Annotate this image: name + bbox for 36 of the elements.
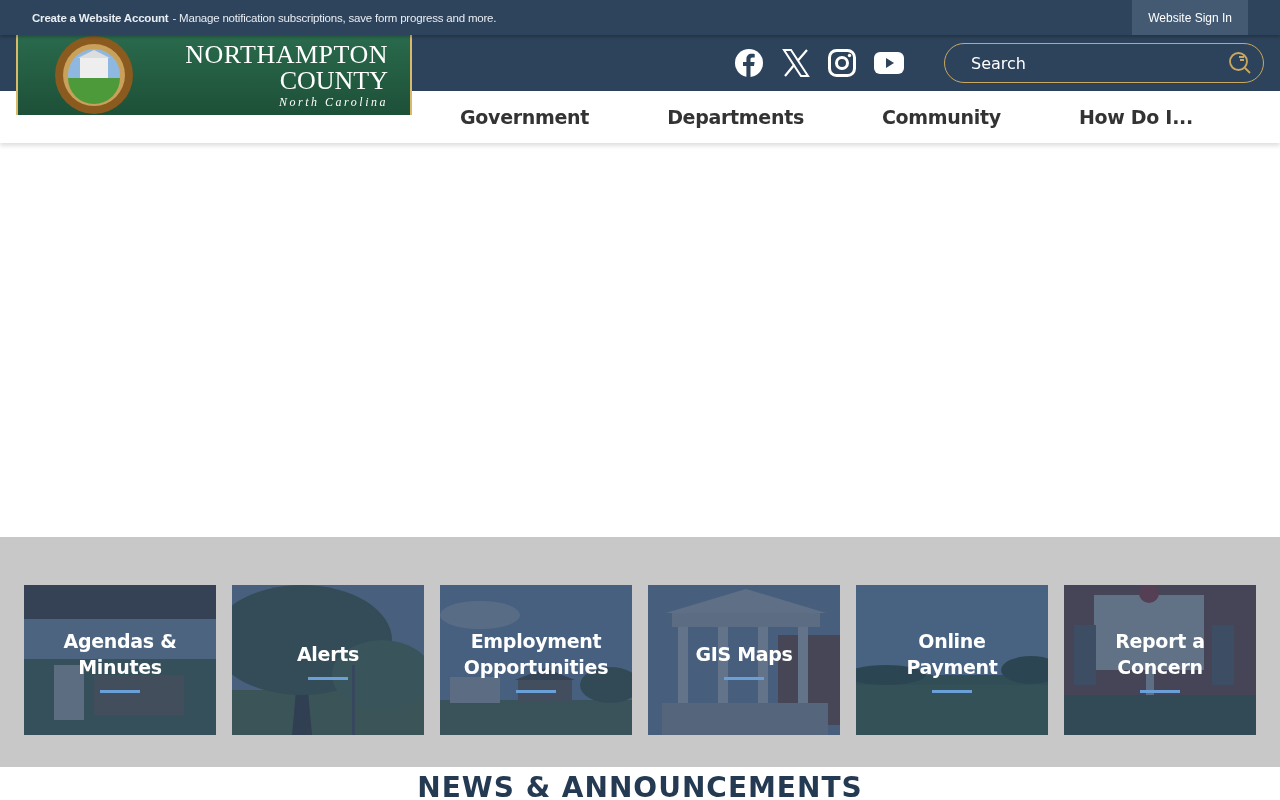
county-logo-banner[interactable]: NORTHAMPTON COUNTY North Carolina: [16, 35, 412, 115]
logo-subtitle: COUNTY: [279, 68, 388, 94]
quick-link-tile[interactable]: Report a Concern: [1064, 585, 1256, 735]
x-logo-icon[interactable]: [782, 49, 810, 77]
accent-bar: [724, 676, 764, 680]
accent-bar: [516, 689, 556, 693]
create-account-link[interactable]: Create a Website Account: [32, 11, 169, 24]
tile-label: Alerts: [296, 641, 360, 667]
logo-title: NORTHAMPTON: [185, 42, 388, 68]
sign-in-button[interactable]: Website Sign In: [1132, 0, 1248, 35]
facebook-icon[interactable]: [734, 48, 764, 78]
tile-label: Report a Concern: [1114, 628, 1206, 680]
instagram-icon[interactable]: [828, 49, 856, 77]
accent-bar: [932, 689, 972, 693]
logo-state: North Carolina: [279, 96, 388, 108]
tile-label: Online Payment: [905, 628, 999, 680]
tile-label: Agendas & Minutes: [62, 628, 178, 680]
nav-link[interactable]: How Do I...: [1038, 106, 1231, 128]
accent-bar: [100, 689, 140, 693]
youtube-icon[interactable]: [874, 52, 904, 74]
nav-link[interactable]: Government: [420, 106, 628, 128]
accent-bar: [308, 676, 348, 680]
search-icon[interactable]: [1228, 51, 1252, 75]
nav-link[interactable]: Community: [841, 106, 1039, 128]
news-heading: NEWS & ANNOUNCEMENTS: [416, 770, 864, 800]
quick-link-tile[interactable]: Alerts: [232, 585, 424, 735]
tile-label: GIS Maps: [695, 641, 793, 667]
quick-link-tile[interactable]: Online Payment: [856, 585, 1048, 735]
quick-link-tile[interactable]: GIS Maps: [648, 585, 840, 735]
nav-link[interactable]: Departments: [627, 106, 842, 128]
tile-label: Employment Opportunities: [462, 628, 610, 680]
quick-link-tile[interactable]: Employment Opportunities: [440, 585, 632, 735]
account-message: - Manage notification subscriptions, save form progress and more.: [172, 11, 497, 24]
accent-bar: [1140, 689, 1180, 693]
quick-link-tile[interactable]: Agendas & Minutes: [24, 585, 216, 735]
search-field[interactable]: Search: [944, 43, 1264, 83]
